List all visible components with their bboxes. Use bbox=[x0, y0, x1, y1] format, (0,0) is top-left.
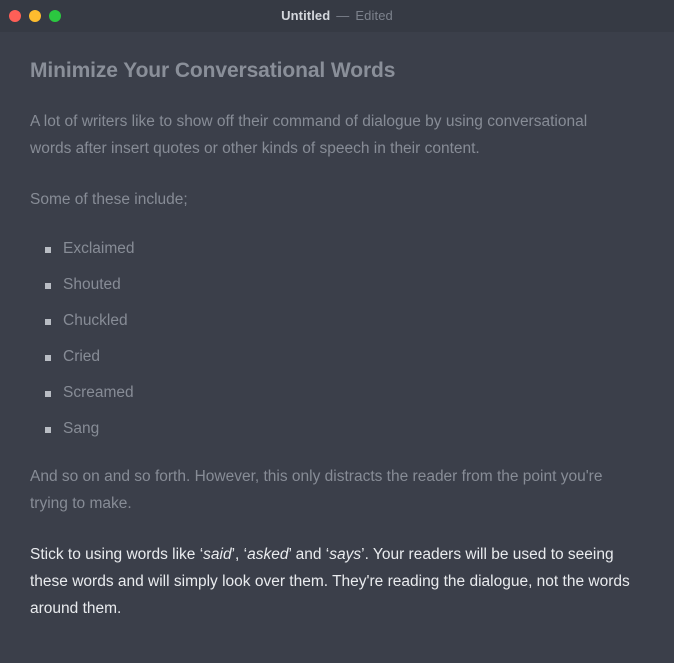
document-heading: Minimize Your Conversational Words bbox=[30, 59, 396, 82]
square-bullet-icon bbox=[45, 355, 51, 362]
emphasis-says: says bbox=[329, 546, 362, 564]
list-item-label: Sang bbox=[63, 420, 100, 438]
list-item: Chuckled bbox=[30, 311, 644, 331]
paragraph-advice: Stick to using words like ‘said’, ‘asked… bbox=[30, 541, 630, 622]
document-editor-area[interactable]: Minimize Your Conversational Words A lot… bbox=[0, 32, 674, 663]
conversational-words-list: Exclaimed Shouted Chuckled Cried Screame… bbox=[30, 239, 644, 439]
title-separator: — bbox=[336, 8, 350, 23]
list-item: Screamed bbox=[30, 383, 644, 403]
maximize-window-button[interactable] bbox=[49, 10, 61, 22]
emphasis-asked: asked bbox=[247, 546, 289, 564]
text-editor-window: Untitled — Edited Minimize Your Conversa… bbox=[0, 0, 674, 663]
square-bullet-icon bbox=[45, 427, 51, 434]
list-item: Cried bbox=[30, 347, 644, 367]
list-item: Sang bbox=[30, 419, 644, 439]
advice-text-part-1: Stick to using words like ‘ bbox=[30, 546, 204, 564]
close-window-button[interactable] bbox=[9, 10, 21, 22]
list-item: Exclaimed bbox=[30, 239, 644, 259]
list-item-label: Exclaimed bbox=[63, 240, 135, 258]
list-item-label: Screamed bbox=[63, 384, 134, 402]
title-bar[interactable]: Untitled — Edited bbox=[0, 0, 674, 32]
square-bullet-icon bbox=[45, 283, 51, 290]
window-controls bbox=[9, 0, 61, 32]
square-bullet-icon bbox=[45, 319, 51, 326]
paragraph-list-lead-in: Some of these include; bbox=[30, 191, 188, 209]
list-item-label: Shouted bbox=[63, 276, 121, 294]
paragraph-distraction: And so on and so forth. However, this on… bbox=[30, 468, 603, 513]
square-bullet-icon bbox=[45, 391, 51, 398]
window-title: Untitled — Edited bbox=[281, 0, 393, 32]
list-item: Shouted bbox=[30, 275, 644, 295]
advice-text-part-3: ’ and ‘ bbox=[288, 546, 330, 564]
list-item-label: Cried bbox=[63, 348, 101, 366]
minimize-window-button[interactable] bbox=[29, 10, 41, 22]
advice-text-part-2: ’, ‘ bbox=[231, 546, 248, 564]
document-edit-status: Edited bbox=[355, 8, 393, 23]
list-item-label: Chuckled bbox=[63, 312, 128, 330]
document-title: Untitled bbox=[281, 8, 331, 23]
emphasis-said: said bbox=[203, 546, 232, 564]
square-bullet-icon bbox=[45, 247, 51, 254]
paragraph-intro: A lot of writers like to show off their … bbox=[30, 113, 588, 158]
